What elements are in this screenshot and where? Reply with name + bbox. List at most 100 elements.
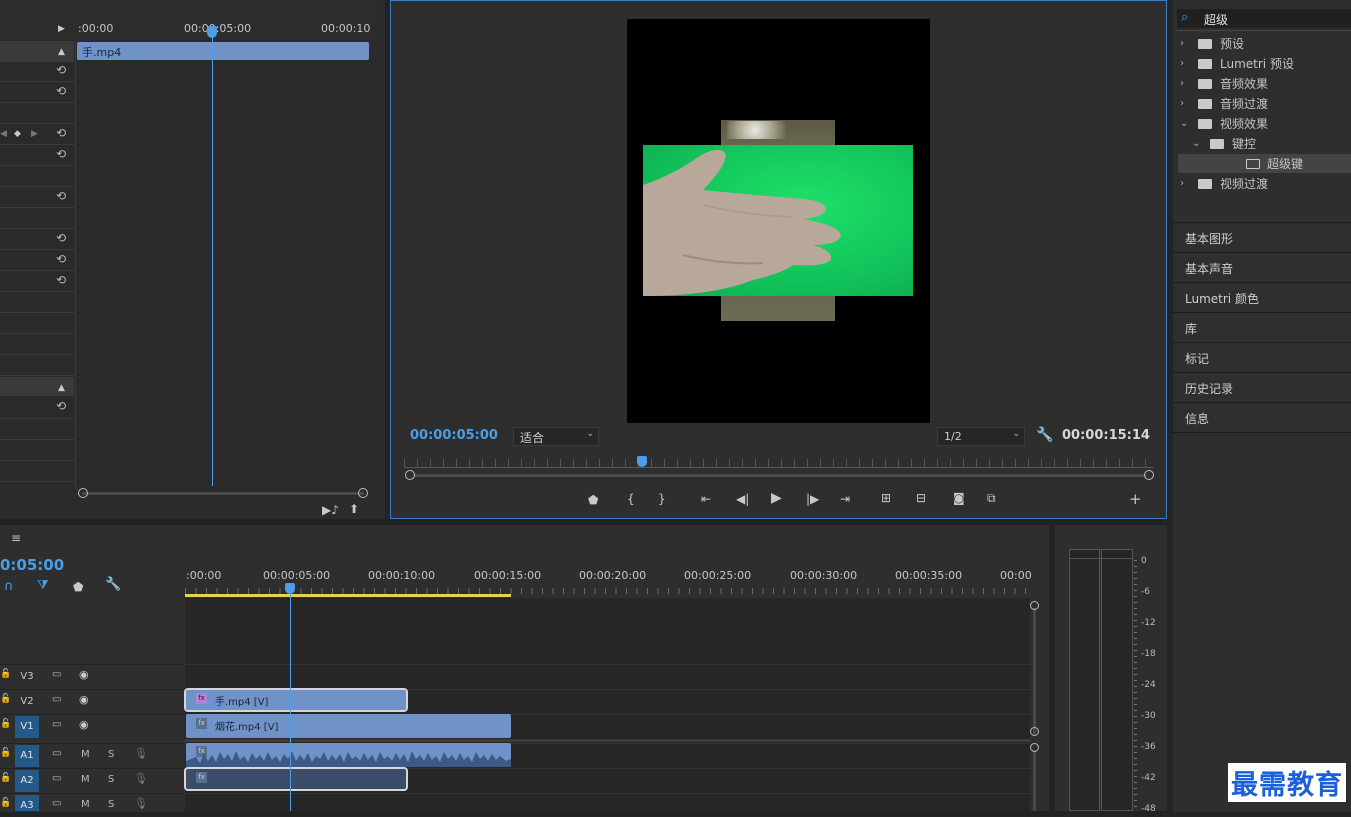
reset-icon[interactable]: ⟲ [54,63,68,77]
effect-clip-bar[interactable]: 手.mp4 [77,42,369,60]
reset-icon[interactable]: ⟲ [54,231,68,245]
track-row[interactable] [185,793,1030,812]
zoom-handle-left[interactable] [405,470,415,480]
track-lock-icon[interactable]: 🔓 [0,694,11,704]
keyframe-next-icon[interactable]: ▶ [31,127,38,141]
sync-lock-icon[interactable]: ▭ [52,669,61,680]
sync-lock-icon[interactable]: ▭ [52,694,61,705]
sync-lock-icon[interactable]: ▭ [52,748,61,759]
go-to-out-icon[interactable]: ⇥ [840,492,850,506]
track-target-label[interactable]: V1 [15,716,39,738]
track-row[interactable] [185,664,1030,689]
keyframe-add-icon[interactable]: ◆ [14,127,21,141]
step-forward-icon[interactable]: |▶ [806,492,819,506]
track-target-label[interactable]: V2 [15,691,39,713]
go-to-in-icon[interactable]: ⇤ [701,492,711,506]
effects-search-input[interactable]: 超级 [1204,11,1228,28]
track-lock-icon[interactable]: 🔓 [0,773,11,783]
timeline-timecode[interactable]: 0:05:00 [0,556,64,574]
export-icon[interactable]: ⬆ [349,502,359,516]
effects-search-box[interactable]: ⌕ 超级 [1177,9,1351,28]
scroll-handle-top[interactable] [1030,601,1039,610]
side-panel-tab[interactable]: 基本声音 [1173,252,1351,282]
reset-icon[interactable]: ⟲ [54,189,68,203]
add-button-icon[interactable]: + [1129,492,1142,507]
export-frame-camera-icon[interactable]: ◙ [953,491,965,505]
effect-scrollbar[interactable] [82,492,364,495]
microphone-icon[interactable]: 🎙 [134,747,148,760]
side-panel-tab[interactable]: 基本图形 [1173,222,1351,252]
solo-button[interactable]: S [108,799,114,810]
microphone-icon[interactable]: 🎙 [134,772,148,785]
track-lock-icon[interactable]: 🔓 [0,798,11,808]
mark-out-icon[interactable]: } [658,492,666,506]
reset-icon[interactable]: ⟲ [54,252,68,266]
chevron-right-icon[interactable]: › [1180,174,1190,194]
linked-selection-icon[interactable]: ⧩ [37,579,49,593]
zoom-handle-right[interactable] [1144,470,1154,480]
chevron-right-icon[interactable]: › [1180,34,1190,54]
side-panel-tab[interactable]: 信息 [1173,402,1351,432]
work-area-bar[interactable] [185,594,511,597]
settings-wrench-icon[interactable]: 🔧 [1036,428,1053,442]
reset-icon[interactable]: ⟲ [54,126,68,140]
clip-a1-audio[interactable]: fx [186,743,511,767]
resolution-select[interactable]: 1/2 ⌄ [937,427,1025,446]
track-target-label[interactable]: V3 [15,666,39,688]
clip-v2-hand[interactable]: fx 手.mp4 [V] [184,688,408,712]
expand-arrow-icon[interactable]: ▶ [58,22,65,36]
clip-v1-firework[interactable]: fx 烟花.mp4 [V] [186,714,511,738]
lift-icon[interactable]: ⊞ [881,491,891,505]
eye-icon[interactable]: ◉ [79,668,89,681]
extract-icon[interactable]: ⊟ [916,491,926,505]
track-target-label[interactable]: A3 [15,795,39,811]
side-panel-tab[interactable]: 标记 [1173,342,1351,372]
collapse-arrow-icon[interactable]: ▲ [58,381,65,395]
scroll-handle-left[interactable] [78,488,88,498]
mute-button[interactable]: M [81,799,90,810]
chevron-right-icon[interactable]: › [1180,94,1190,114]
solo-button[interactable]: S [108,749,114,760]
track-target-label[interactable]: A2 [15,770,39,792]
mute-button[interactable]: M [81,749,90,760]
snap-magnet-icon[interactable]: ∩ [4,580,14,594]
play-icon[interactable]: ▶ [771,491,782,505]
solo-button[interactable]: S [108,774,114,785]
side-panel-tab[interactable]: Lumetri 颜色 [1173,282,1351,312]
audio-track-scrollbar[interactable] [1033,750,1036,811]
reset-icon[interactable]: ⟲ [54,273,68,287]
chevron-right-icon[interactable]: › [1180,54,1190,74]
mark-in-icon[interactable]: { [627,492,635,506]
mute-button[interactable]: M [81,774,90,785]
scroll-handle-right[interactable] [358,488,368,498]
add-marker-icon[interactable]: ⬟ [588,493,598,507]
timeline-settings-wrench-icon[interactable]: 🔧 [105,578,121,592]
program-current-timecode[interactable]: 00:00:05:00 [410,428,498,443]
scroll-handle-bottom[interactable] [1030,727,1039,736]
chevron-right-icon[interactable]: › [1180,74,1190,94]
audio-only-icon[interactable]: ▶♪ [322,503,339,517]
side-panel-tab[interactable]: 库 [1173,312,1351,342]
program-playhead-head[interactable] [637,456,647,467]
add-marker-icon[interactable]: ⬟ [73,580,83,594]
comparison-view-icon[interactable]: ⧉ [987,491,996,505]
eye-icon[interactable]: ◉ [79,693,89,706]
chevron-down-icon[interactable]: ⌄ [1192,134,1202,154]
step-back-icon[interactable]: ◀| [736,492,749,506]
side-panel-tab[interactable]: 历史记录 [1173,372,1351,402]
collapse-arrow-icon[interactable]: ▲ [58,45,65,59]
track-lock-icon[interactable]: 🔓 [0,719,11,729]
fit-select[interactable]: 适合 ⌄ [513,427,599,446]
reset-icon[interactable]: ⟲ [54,147,68,161]
keyframe-prev-icon[interactable]: ◀ [0,127,7,141]
program-zoom-bar[interactable] [414,474,1146,477]
panel-menu-icon[interactable]: ≡ [11,531,21,545]
track-target-label[interactable]: A1 [15,745,39,767]
video-track-scrollbar[interactable] [1033,608,1036,734]
program-mini-ruler[interactable] [404,459,1154,468]
sync-lock-icon[interactable]: ▭ [52,798,61,809]
clip-a2-audio[interactable]: fx [184,767,408,791]
track-lock-icon[interactable]: 🔓 [0,669,11,679]
eye-icon[interactable]: ◉ [79,718,89,731]
sync-lock-icon[interactable]: ▭ [52,773,61,784]
